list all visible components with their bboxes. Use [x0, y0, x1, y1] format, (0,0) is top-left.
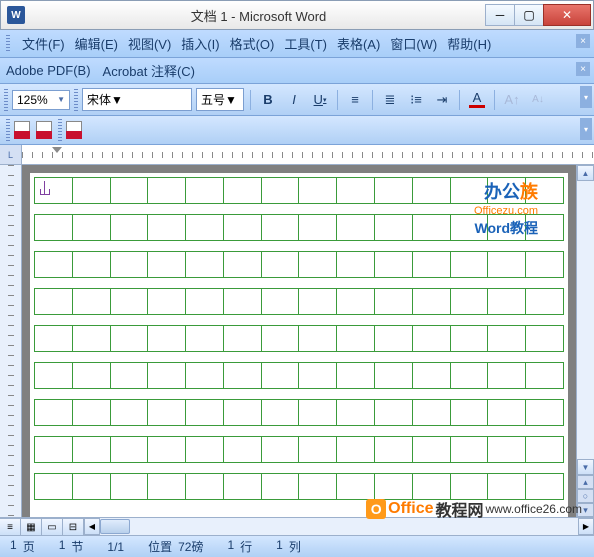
- zoom-select[interactable]: 125% ▼: [12, 90, 70, 110]
- menu-tools[interactable]: 工具(T): [284, 34, 327, 53]
- word-app-icon: W: [7, 6, 25, 24]
- menu-format[interactable]: 格式(O): [230, 34, 275, 53]
- underline-button[interactable]: U▾: [309, 89, 331, 111]
- status-section: 1节: [59, 538, 84, 555]
- grow-font-button[interactable]: A↑: [501, 89, 523, 111]
- color-strip: [469, 105, 485, 108]
- menu-view[interactable]: 视图(V): [128, 34, 171, 53]
- bulleted-list-button[interactable]: ⁝≡: [405, 89, 427, 111]
- horizontal-ruler[interactable]: L: [0, 145, 594, 165]
- shrink-font-button[interactable]: A↓: [527, 89, 549, 111]
- scroll-left-button[interactable]: ◀: [84, 518, 100, 535]
- status-column: 1列: [276, 538, 301, 555]
- menu-bar-2: Adobe PDF(B) Acrobat 注释(C) ×: [0, 58, 594, 84]
- office-cube-icon: O: [366, 499, 386, 519]
- zoom-value: 125%: [17, 93, 48, 107]
- pdf-toolbar: ▾: [0, 116, 594, 145]
- italic-button[interactable]: I: [283, 89, 305, 111]
- prev-page-button[interactable]: ▴: [577, 475, 594, 489]
- status-bar: 1页 1节 1/1 位置72磅 1行 1列: [0, 535, 594, 557]
- menu-table[interactable]: 表格(A): [337, 34, 380, 53]
- window-controls: ─ ▢ ✕: [486, 4, 591, 26]
- scroll-thumb[interactable]: [100, 519, 130, 534]
- grid-table[interactable]: [34, 325, 564, 352]
- outline-view-button[interactable]: ⊟: [62, 518, 84, 536]
- menu-edit[interactable]: 编辑(E): [75, 34, 118, 53]
- menu2-close-icon[interactable]: ×: [576, 62, 590, 76]
- font-select[interactable]: 宋体▼: [82, 88, 192, 111]
- toolbar-overflow-icon[interactable]: ▾: [580, 118, 592, 140]
- ruler-corner[interactable]: L: [0, 145, 22, 165]
- maximize-button[interactable]: ▢: [514, 4, 544, 26]
- bold-button[interactable]: B: [257, 89, 279, 111]
- menu-insert[interactable]: 插入(I): [181, 34, 219, 53]
- separator: [337, 90, 338, 110]
- align-justify-button[interactable]: ≡: [344, 89, 366, 111]
- indent-button[interactable]: ⇥: [431, 89, 453, 111]
- status-position: 位置72磅: [148, 538, 203, 555]
- watermark-office26: O Office教程网 www.office26.com: [366, 497, 582, 521]
- vertical-scrollbar[interactable]: ▲ ▼ ▴ ○ ▾: [576, 165, 594, 517]
- watermark-officezu: 办公族 Officezu.com Word教程: [474, 181, 538, 237]
- separator: [250, 90, 251, 110]
- scroll-track[interactable]: [577, 181, 594, 459]
- text-cursor-icon: [40, 181, 48, 195]
- dropdown-icon: ▾: [323, 96, 327, 104]
- pdf-icon-3[interactable]: [66, 121, 84, 139]
- window-title: 文档 1 - Microsoft Word: [31, 6, 486, 25]
- minimize-button[interactable]: ─: [485, 4, 515, 26]
- menu-help[interactable]: 帮助(H): [447, 34, 491, 53]
- size-value: 五号: [201, 91, 225, 108]
- separator: [494, 90, 495, 110]
- web-view-button[interactable]: ▦: [20, 518, 42, 536]
- font-value: 宋体: [87, 91, 111, 108]
- page[interactable]: 办公族 Officezu.com Word教程: [30, 173, 568, 517]
- grid-table[interactable]: [34, 436, 564, 463]
- font-color-button[interactable]: A: [466, 89, 488, 111]
- dropdown-icon: ▼: [57, 95, 65, 104]
- scroll-up-button[interactable]: ▲: [577, 165, 594, 181]
- document-area[interactable]: 办公族 Officezu.com Word教程: [22, 165, 576, 517]
- scroll-down-button[interactable]: ▼: [577, 459, 594, 475]
- separator: [372, 90, 373, 110]
- menu-acrobat[interactable]: Acrobat 注释(C): [103, 61, 195, 80]
- grid-table[interactable]: [34, 251, 564, 278]
- print-view-button[interactable]: ▭: [41, 518, 63, 536]
- pdf-icon-2[interactable]: [36, 121, 54, 139]
- toolbar-grip-4[interactable]: [58, 119, 62, 141]
- status-line: 1行: [227, 538, 252, 555]
- menu-grip[interactable]: [6, 35, 10, 53]
- dropdown-icon: ▼: [225, 93, 237, 107]
- ruler-marks: [22, 145, 594, 164]
- pdf-icon-1[interactable]: [14, 121, 32, 139]
- menu-window[interactable]: 窗口(W): [390, 34, 437, 53]
- grid-table[interactable]: [34, 362, 564, 389]
- formatting-toolbar: 125%▼ 宋体▼ 五号▼ B I U▾ ≡ ≣ ⁝≡ ⇥ A A↑ A↓ ▾: [0, 84, 594, 116]
- menu-close-icon[interactable]: ×: [576, 34, 590, 48]
- grid-table[interactable]: [34, 399, 564, 426]
- grid-table[interactable]: [34, 473, 564, 500]
- view-buttons: ≡ ▦ ▭ ⊟: [0, 518, 84, 535]
- separator: [459, 90, 460, 110]
- close-button[interactable]: ✕: [543, 4, 591, 26]
- normal-view-button[interactable]: ≡: [0, 518, 21, 536]
- toolbar-grip-3[interactable]: [6, 119, 10, 141]
- vertical-ruler[interactable]: [0, 165, 22, 517]
- status-page: 1页: [10, 538, 35, 555]
- document-container: 办公族 Officezu.com Word教程 ▲ ▼: [0, 165, 594, 517]
- toolbar-grip-2[interactable]: [74, 89, 78, 111]
- toolbar-overflow-icon[interactable]: ▾: [580, 86, 592, 108]
- dropdown-icon: ▼: [111, 93, 123, 107]
- menu-file[interactable]: 文件(F): [22, 34, 65, 53]
- menu-adobe-pdf[interactable]: Adobe PDF(B): [6, 63, 91, 78]
- numbered-list-button[interactable]: ≣: [379, 89, 401, 111]
- titlebar: W 文档 1 - Microsoft Word ─ ▢ ✕: [0, 0, 594, 30]
- font-size-select[interactable]: 五号▼: [196, 88, 244, 111]
- indent-marker-icon[interactable]: [52, 147, 62, 153]
- status-pages: 1/1: [107, 540, 124, 554]
- menu-bar: 文件(F) 编辑(E) 视图(V) 插入(I) 格式(O) 工具(T) 表格(A…: [0, 30, 594, 58]
- grid-table[interactable]: [34, 288, 564, 315]
- toolbar-grip[interactable]: [4, 89, 8, 111]
